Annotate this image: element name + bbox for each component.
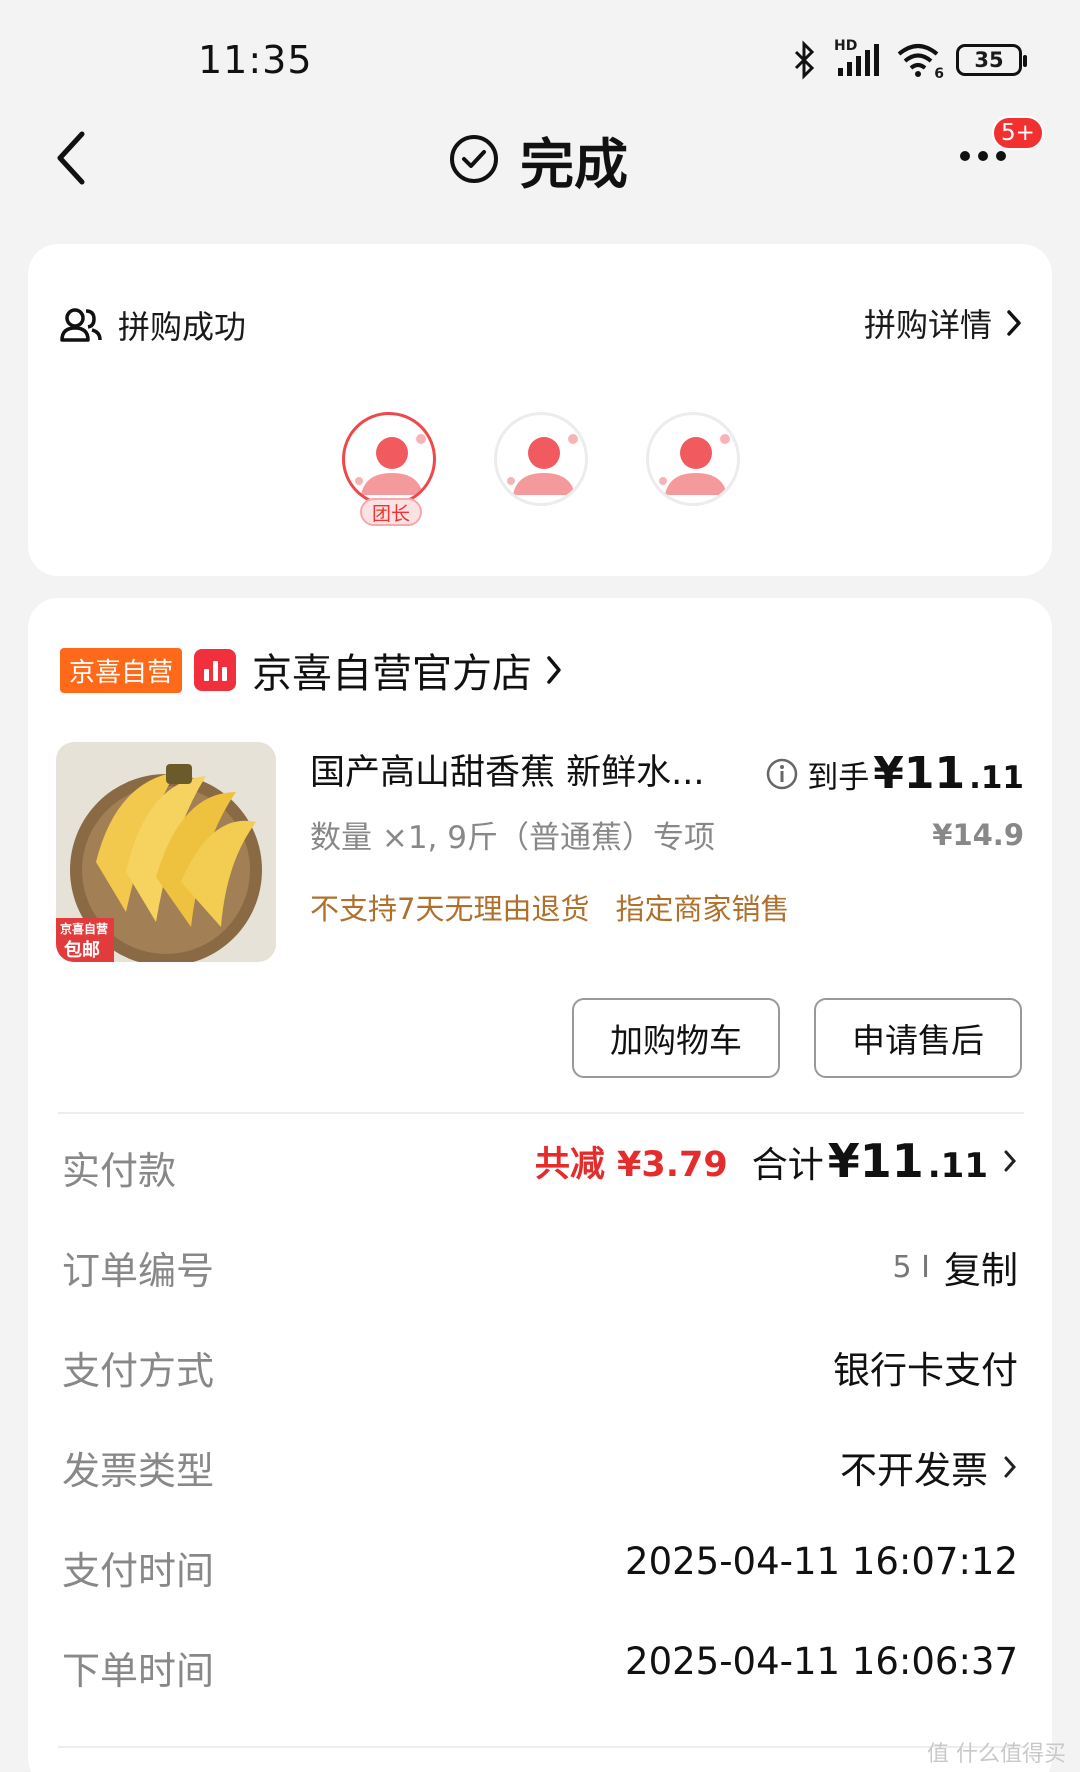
pay-time-text: 2025-04-11 16:07:12 <box>625 1540 1018 1583</box>
more-dot-icon <box>996 151 1006 161</box>
final-price-integer: ¥11 <box>873 748 966 799</box>
avatar-leader[interactable] <box>342 412 436 506</box>
order-no-label: 订单编号 <box>62 1249 215 1293</box>
product-spec: 数量 ×1, 9斤（普通蕉）专项 <box>310 820 715 856</box>
status-icons: HD 6 35 <box>788 38 1027 82</box>
store-tag: 京喜自营 <box>60 647 183 693</box>
store-name: 京喜自营官方店 <box>252 651 533 697</box>
image-badge-top: 京喜自营 <box>60 922 109 936</box>
after-sale-button[interactable]: 申请售后 <box>814 998 1022 1078</box>
check-circle-icon <box>450 135 498 183</box>
bluetooth-icon <box>794 40 815 80</box>
users-icon <box>60 308 102 342</box>
final-price: 到手 ¥11.11 <box>765 748 1024 799</box>
paid-summary[interactable]: 共减 ¥3.79 合计 ¥11.11 <box>535 1134 1018 1188</box>
invoice-label: 发票类型 <box>62 1449 215 1493</box>
product-tags: 不支持7天无理由退货 指定商家销售 <box>310 886 789 928</box>
total-label: 合计 <box>751 1145 824 1186</box>
order-time-label: 下单时间 <box>62 1649 215 1693</box>
divider <box>58 1746 1024 1748</box>
order-time-value: 2025-04-11 16:06:37 <box>625 1640 1018 1683</box>
avatar-member[interactable] <box>646 412 740 506</box>
product-image[interactable]: 京喜自营 包邮 <box>56 742 276 962</box>
pay-method-value: 银行卡支付 <box>833 1340 1018 1394</box>
group-buy-title: 拼购成功 <box>118 308 247 346</box>
pay-method-text: 银行卡支付 <box>833 1349 1018 1392</box>
store-link[interactable]: 京喜自营 京喜自营官方店 <box>60 644 564 697</box>
product-tag: 不支持7天无理由退货 <box>310 892 590 926</box>
order-no-row: 5 I 复制 <box>893 1240 1018 1294</box>
order-time-text: 2025-04-11 16:06:37 <box>625 1640 1018 1683</box>
page-title: 完成 <box>448 122 628 196</box>
battery-level: 35 <box>974 48 1004 72</box>
invoice-value[interactable]: 不开发票 <box>840 1440 1018 1494</box>
more-dot-icon <box>960 151 970 161</box>
chevron-right-icon <box>1004 1456 1017 1478</box>
notification-badge: 5+ <box>992 116 1044 150</box>
more-dot-icon <box>978 151 988 161</box>
group-buy-detail-label: 拼购详情 <box>863 306 992 344</box>
chevron-left-icon <box>57 131 85 185</box>
chevron-right-icon <box>1007 310 1021 336</box>
final-price-label: 到手 <box>807 760 870 796</box>
original-price: ¥14.9 <box>932 818 1024 852</box>
pay-method-label: 支付方式 <box>62 1349 215 1393</box>
chevron-right-icon <box>1004 1150 1017 1172</box>
page-title-text: 完成 <box>520 132 628 196</box>
pay-time-value: 2025-04-11 16:07:12 <box>625 1540 1018 1583</box>
wifi-icon: 6 <box>896 42 944 82</box>
product-title[interactable]: 国产高山甜香蕉 新鲜水... <box>310 744 705 795</box>
battery-icon: 35 <box>956 44 1027 76</box>
watermark: 值 什么值得买 <box>927 1736 1066 1768</box>
total-integer: ¥11 <box>827 1134 924 1188</box>
divider <box>58 1112 1024 1114</box>
group-buy-detail-link[interactable]: 拼购详情 <box>864 300 1024 346</box>
order-no-value: 5 I <box>892 1249 930 1285</box>
product-tag: 指定商家销售 <box>615 892 790 926</box>
image-badge-bottom: 包邮 <box>64 940 100 961</box>
chevron-right-icon <box>547 656 561 684</box>
paid-label: 实付款 <box>62 1149 177 1193</box>
add-to-cart-button[interactable]: 加购物车 <box>572 998 780 1078</box>
invoice-text: 不开发票 <box>840 1449 988 1492</box>
status-time: 11:35 <box>198 38 313 82</box>
final-price-decimal: .11 <box>969 760 1024 796</box>
saving-amount: 共减 ¥3.79 <box>534 1144 728 1185</box>
info-icon[interactable] <box>765 757 799 791</box>
wifi-label: 6 <box>934 66 944 82</box>
copy-button[interactable]: 复制 <box>944 1240 1018 1294</box>
pay-time-label: 支付时间 <box>62 1549 215 1593</box>
total-decimal: .11 <box>927 1146 988 1186</box>
group-buy-card <box>28 244 1052 576</box>
group-buy-status: 拼购成功 <box>60 302 246 348</box>
watermark-text: 值 什么值得买 <box>927 1742 1066 1767</box>
cellular-signal-icon: HD <box>834 38 882 78</box>
avatar-member[interactable] <box>494 412 588 506</box>
leader-tag: 团长 <box>360 498 422 526</box>
store-logo-icon <box>194 649 237 691</box>
back-button[interactable] <box>52 128 92 188</box>
